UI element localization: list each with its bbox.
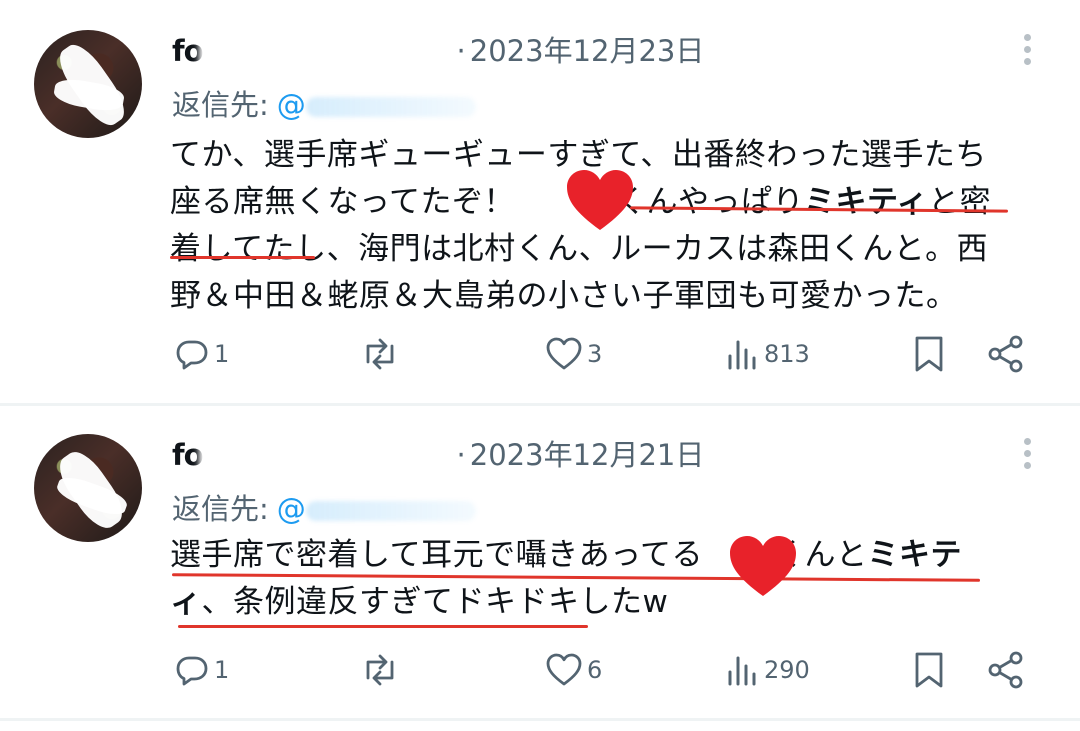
text-bold: ミキティ — [803, 184, 929, 220]
post-1[interactable]: fo · 2023年12月23日 返信先: @ てか、選手席ギューギューすぎて、出番終… — [0, 0, 1080, 403]
like-button[interactable]: 3 — [545, 330, 602, 378]
avatar[interactable] — [34, 434, 142, 542]
share-icon — [988, 651, 1023, 689]
underline-mark — [170, 256, 315, 259]
mention-redaction — [305, 97, 476, 117]
header-separator: · — [456, 438, 466, 472]
reply-to: 返信先: @ — [172, 82, 476, 124]
post-header: fo · 2023年12月21日 — [172, 432, 704, 472]
more-icon[interactable] — [1024, 438, 1032, 474]
heart-sticker-icon — [567, 170, 633, 230]
reply-icon — [176, 656, 208, 686]
bookmark-button[interactable] — [913, 330, 945, 378]
text-bold: ミキテ — [867, 537, 963, 573]
like-icon — [546, 337, 582, 370]
repost-button[interactable] — [360, 646, 404, 694]
handle-redaction — [202, 42, 453, 64]
repost-icon — [366, 338, 394, 370]
reply-mention[interactable]: @ — [277, 492, 306, 526]
like-icon — [546, 653, 582, 686]
views-icon — [728, 656, 756, 686]
share-button[interactable] — [986, 330, 1026, 378]
post-header: fo · 2023年12月23日 — [172, 28, 704, 68]
views-button[interactable]: 813 — [726, 330, 810, 378]
heart-sticker-icon — [730, 536, 796, 596]
post-date[interactable]: 2023年12月23日 — [470, 34, 705, 68]
underline-mark — [178, 625, 588, 628]
user-handle[interactable]: fo — [172, 438, 204, 472]
text-line: 野＆中田＆蛯原＆大島弟の小さい子軍団も可愛かった。 — [170, 278, 958, 314]
repost-button[interactable] — [360, 330, 404, 378]
reply-button[interactable]: 1 — [174, 330, 229, 378]
like-count: 6 — [587, 656, 603, 684]
views-icon — [728, 340, 756, 370]
share-icon — [988, 335, 1023, 373]
reply-icon — [176, 340, 208, 370]
text-segment: 選手席で密着して耳元で囁きあってる — [170, 537, 704, 573]
more-icon[interactable] — [1024, 34, 1032, 70]
text-line: 座る席無くなってたぞ！ — [170, 184, 515, 220]
reply-count: 1 — [214, 656, 230, 684]
text-bold: ィ — [170, 584, 202, 620]
views-button[interactable]: 290 — [726, 646, 810, 694]
post-date[interactable]: 2023年12月21日 — [470, 438, 705, 472]
reply-count: 1 — [214, 340, 230, 368]
post-divider — [0, 718, 1080, 721]
text-segment: と密 — [928, 184, 992, 220]
bookmark-button[interactable] — [913, 646, 945, 694]
text-line: 着してたし、海門は北村くん、ルーカスは森田くんと。西 — [170, 231, 989, 267]
reply-label: 返信先: — [172, 88, 269, 122]
text-segment: 、条例違反すぎてドキドキしたw — [201, 584, 669, 620]
bookmark-icon — [915, 652, 943, 688]
bookmark-icon — [915, 336, 943, 372]
share-button[interactable] — [986, 646, 1026, 694]
mention-redaction — [305, 501, 476, 521]
post-2[interactable]: fo · 2023年12月21日 返信先: @ 選手席で密着して耳元で囁きあってる くん… — [0, 406, 1080, 718]
avatar[interactable] — [34, 30, 142, 138]
view-count: 290 — [764, 656, 810, 684]
reply-button[interactable]: 1 — [174, 646, 229, 694]
action-bar: 1 3 813 — [0, 330, 1080, 378]
like-button[interactable]: 6 — [545, 646, 602, 694]
repost-icon — [366, 654, 394, 686]
header-separator: · — [456, 34, 466, 68]
text-segment: くんやっぱり — [614, 184, 804, 220]
reply-label: 返信先: — [172, 492, 269, 526]
reply-mention[interactable]: @ — [277, 88, 306, 122]
action-bar: 1 6 290 — [0, 646, 1080, 694]
user-handle[interactable]: fo — [172, 34, 204, 68]
handle-redaction — [202, 446, 453, 468]
view-count: 813 — [764, 340, 810, 368]
reply-to: 返信先: @ — [172, 486, 476, 528]
like-count: 3 — [587, 340, 603, 368]
